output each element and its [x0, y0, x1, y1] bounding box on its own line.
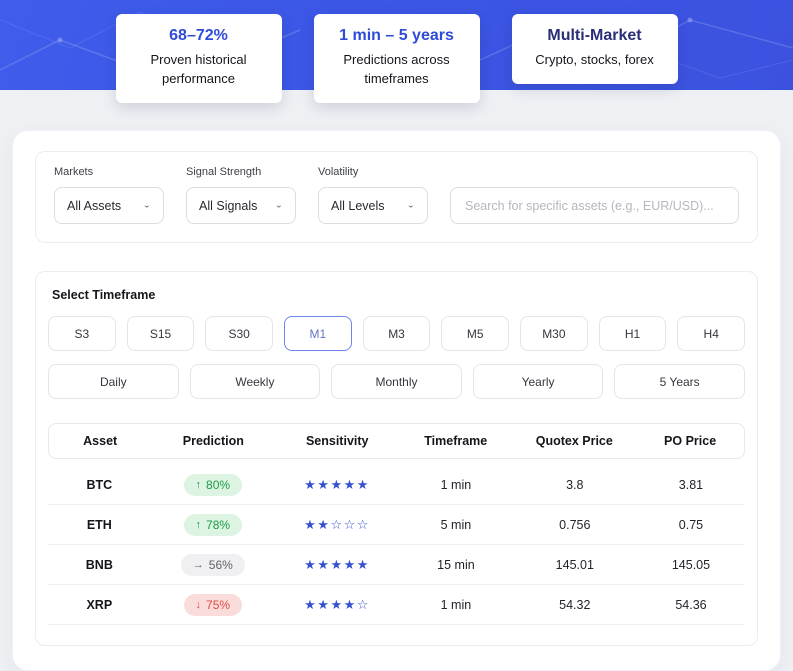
row-timeframe: 5 min	[440, 517, 472, 532]
search-field-wrap	[450, 187, 739, 224]
column-header: PO Price	[664, 434, 717, 448]
sensitivity-stars: ★★☆☆☆	[304, 516, 370, 532]
direction-arrow-icon: ↑	[195, 518, 202, 531]
filter-label: Volatility	[318, 166, 359, 178]
chevron-down-icon: ⌄	[142, 201, 151, 210]
table-row: ETH ↑ 78% ★★☆☆☆ 5 min 0.756 0.75	[48, 505, 745, 545]
stat-title: Multi-Market	[547, 27, 642, 44]
po-price: 54.36	[675, 597, 707, 612]
filter-value: All Levels	[331, 198, 385, 213]
sensitivity-stars: ★★★★★	[304, 556, 370, 572]
filter-dropdown[interactable]: All Levels ⌄	[318, 187, 428, 224]
timeframe-row-long: Daily Weekly Monthly Yearly 5 Years	[48, 364, 745, 399]
stat-card: 1 min – 5 years Predictions across timef…	[313, 14, 480, 103]
timeframe-button[interactable]: S30	[205, 316, 274, 351]
table-row: BNB → 56% ★★★★★ 15 min 145.01 145.05	[48, 545, 745, 585]
filter-value: All Signals	[199, 198, 258, 213]
stat-subtitle: Crypto, stocks, forex	[535, 52, 654, 67]
prediction-value: 80%	[206, 477, 231, 492]
row-timeframe: 1 min	[440, 477, 472, 492]
direction-arrow-icon: ↓	[195, 598, 202, 611]
po-price: 3.81	[678, 477, 704, 492]
stat-cards: 68–72% Proven historical performance 1 m…	[0, 14, 793, 103]
filter-group: Volatility All Levels ⌄	[318, 166, 428, 224]
asset-name: ETH	[86, 517, 112, 532]
quotex-price: 54.32	[559, 597, 591, 612]
column-header: Asset	[83, 434, 118, 448]
chevron-down-icon: ⌄	[274, 201, 283, 210]
signals-table-header: Asset Prediction Sensitivity Timeframe Quote…	[48, 423, 745, 459]
stat-subtitle: Predictions across timeframes	[343, 52, 450, 86]
filter-group: Signal Strength All Signals ⌄	[186, 166, 296, 224]
sensitivity-stars: ★★★★☆	[304, 596, 370, 612]
timeframe-button[interactable]: Monthly	[331, 364, 462, 399]
direction-arrow-icon: ↑	[195, 478, 202, 491]
stat-title: 68–72%	[169, 27, 228, 44]
prediction-value: 56%	[208, 557, 233, 572]
prediction-value: 78%	[206, 517, 231, 532]
filter-label: Signal Strength	[186, 166, 262, 178]
column-header: Prediction	[182, 434, 244, 448]
signals-table-body: BTC ↑ 80% ★★★★★ 1 min 3.8 3.81 ETH ↑ 78%…	[48, 465, 745, 625]
po-price: 145.05	[671, 557, 711, 572]
asset-search-input[interactable]	[450, 187, 739, 224]
quotex-price: 145.01	[555, 557, 594, 572]
quotex-price: 3.8	[566, 477, 584, 492]
prediction-badge: ↑ 80%	[183, 473, 243, 496]
direction-arrow-icon: →	[192, 558, 204, 571]
timeframe-button[interactable]: S3	[48, 316, 116, 351]
asset-name: BNB	[85, 557, 113, 572]
filter-group: Markets All Assets ⌄	[54, 166, 164, 224]
timeframe-button[interactable]: M1	[284, 316, 352, 351]
filter-dropdown[interactable]: All Signals ⌄	[186, 187, 296, 224]
timeframe-button[interactable]: Daily	[48, 364, 179, 399]
stat-card: 68–72% Proven historical performance	[115, 14, 282, 103]
asset-name: XRP	[86, 597, 113, 612]
column-header: Timeframe	[424, 434, 488, 448]
timeframe-button[interactable]: M5	[441, 316, 510, 351]
timeframe-button[interactable]: M30	[520, 316, 588, 351]
timeframe-button[interactable]: S15	[126, 316, 195, 351]
row-timeframe: 1 min	[440, 597, 472, 612]
prediction-badge: ↑ 78%	[183, 513, 243, 536]
timeframe-button[interactable]: M3	[362, 316, 431, 351]
timeframe-button[interactable]: H4	[677, 316, 746, 351]
stat-card: Multi-Market Crypto, stocks, forex	[511, 14, 678, 84]
timeframe-button[interactable]: H1	[598, 316, 667, 351]
hero-banner: 68–72% Proven historical performance 1 m…	[0, 0, 793, 103]
filter-dropdowns: Markets All Assets ⌄ Signal Strength All…	[54, 166, 428, 224]
sensitivity-stars: ★★★★★	[304, 476, 370, 492]
prediction-badge: → 56%	[180, 553, 245, 576]
timeframe-button[interactable]: 5 Years	[614, 364, 745, 399]
timeframe-button[interactable]: Yearly	[472, 364, 604, 399]
prediction-value: 75%	[206, 597, 231, 612]
quotex-price: 0.756	[559, 517, 591, 532]
prediction-badge: ↓ 75%	[183, 593, 243, 616]
table-row: BTC ↑ 80% ★★★★★ 1 min 3.8 3.81	[48, 465, 745, 505]
filter-label: Markets	[54, 166, 94, 178]
stat-title: 1 min – 5 years	[339, 27, 454, 44]
timeframe-row-short: S3 S15 S30 M1 M3 M5 M30 H1 H4	[48, 316, 746, 351]
column-header: Sensitivity	[305, 434, 369, 448]
stat-subtitle: Proven historical performance	[150, 52, 247, 86]
column-header: Quotex Price	[535, 434, 613, 448]
chevron-down-icon: ⌄	[406, 201, 415, 210]
row-timeframe: 15 min	[437, 557, 475, 572]
po-price: 0.75	[678, 517, 704, 532]
timeframe-and-table-section: Select Timeframe S3 S15 S30 M1 M3 M5 M30…	[35, 271, 758, 646]
table-row: XRP ↓ 75% ★★★★☆ 1 min 54.32 54.36	[48, 585, 745, 625]
filter-dropdown[interactable]: All Assets ⌄	[54, 187, 164, 224]
filters-section: Markets All Assets ⌄ Signal Strength All…	[35, 151, 758, 243]
asset-name: BTC	[86, 477, 113, 492]
signals-panel: Markets All Assets ⌄ Signal Strength All…	[12, 130, 781, 671]
filter-value: All Assets	[67, 198, 122, 213]
timeframe-button[interactable]: Weekly	[189, 364, 321, 399]
timeframe-section-title: Select Timeframe	[52, 288, 156, 302]
